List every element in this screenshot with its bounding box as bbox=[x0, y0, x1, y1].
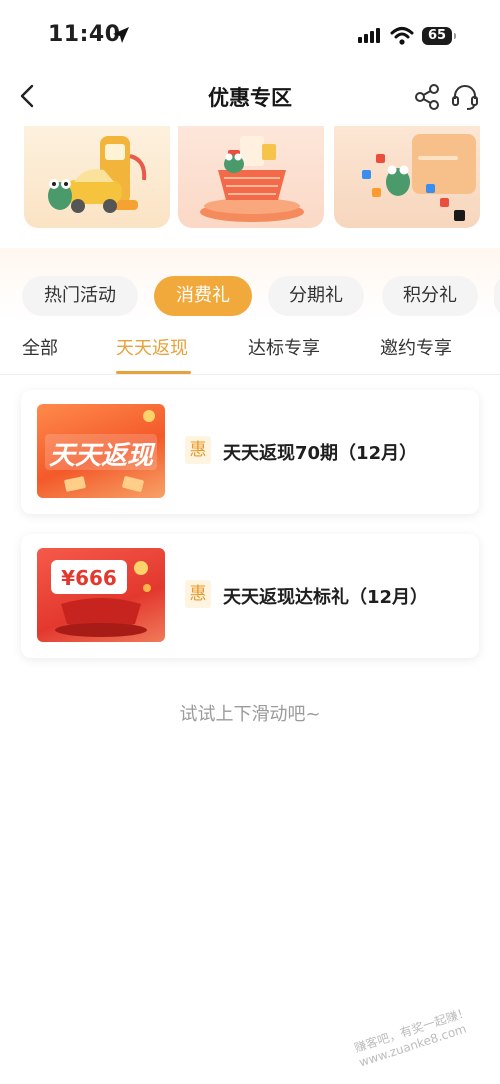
active-tab-indicator bbox=[116, 371, 191, 374]
offer-card[interactable]: 天天返现 惠 天天返现70期（12月） bbox=[21, 390, 479, 514]
customer-service-icon[interactable] bbox=[450, 82, 480, 112]
status-time: 11:40 bbox=[48, 22, 121, 47]
offer-title: 天天返现达标礼（12月） bbox=[223, 587, 429, 608]
sub-tabs: 全部 天天返现 达标专享 邀约专享 bbox=[0, 324, 500, 375]
category-installment-gift[interactable]: 分期礼 bbox=[268, 276, 364, 316]
discount-tag: 惠 bbox=[185, 436, 211, 464]
tab-all[interactable]: 全部 bbox=[22, 334, 58, 360]
offer-card[interactable]: ¥666 惠 天天返现达标礼（12月） bbox=[21, 534, 479, 658]
fuel-promo-banner[interactable] bbox=[24, 126, 170, 228]
category-consumption-gift[interactable]: 消费礼 bbox=[154, 276, 252, 316]
navigation-bar: 优惠专区 bbox=[0, 66, 500, 126]
shopping-promo-banner[interactable] bbox=[178, 126, 324, 228]
discount-tag: 惠 bbox=[185, 580, 211, 608]
category-more-cutoff[interactable] bbox=[494, 276, 500, 316]
promo-banners bbox=[0, 126, 500, 248]
tab-target-exclusive[interactable]: 达标专享 bbox=[248, 334, 320, 360]
tab-invite-exclusive[interactable]: 邀约专享 bbox=[380, 334, 452, 360]
location-arrow-icon bbox=[113, 27, 129, 43]
category-points-gift[interactable]: 积分礼 bbox=[382, 276, 478, 316]
wifi-icon bbox=[390, 27, 414, 45]
shopping-cart-illustration bbox=[200, 136, 304, 222]
cellular-signal-icon bbox=[358, 28, 380, 43]
tab-daily-cashback[interactable]: 天天返现 bbox=[116, 334, 188, 360]
watermark: 赚客吧，有奖一起赚！www.zuanke8.com bbox=[352, 1004, 472, 1070]
offer-thumbnail-text: ¥666 bbox=[61, 566, 117, 590]
apps-card-illustration bbox=[362, 134, 476, 221]
scroll-hint: 试试上下滑动吧~ bbox=[179, 704, 321, 725]
category-pills: 热门活动 消费礼 分期礼 积分礼 bbox=[0, 248, 500, 320]
battery-indicator: 65 bbox=[422, 27, 456, 45]
apps-promo-banner[interactable] bbox=[334, 126, 480, 228]
offer-thumbnail-text: 天天返现 bbox=[49, 441, 156, 471]
fuel-pump-illustration bbox=[48, 136, 147, 213]
status-bar: 11:40 65 bbox=[0, 0, 500, 66]
offer-thumbnail: ¥666 bbox=[37, 548, 165, 642]
share-icon[interactable] bbox=[412, 82, 442, 112]
offer-thumbnail: 天天返现 bbox=[37, 404, 165, 498]
offer-title: 天天返现70期（12月） bbox=[223, 443, 418, 464]
category-hot-activities[interactable]: 热门活动 bbox=[22, 276, 138, 316]
